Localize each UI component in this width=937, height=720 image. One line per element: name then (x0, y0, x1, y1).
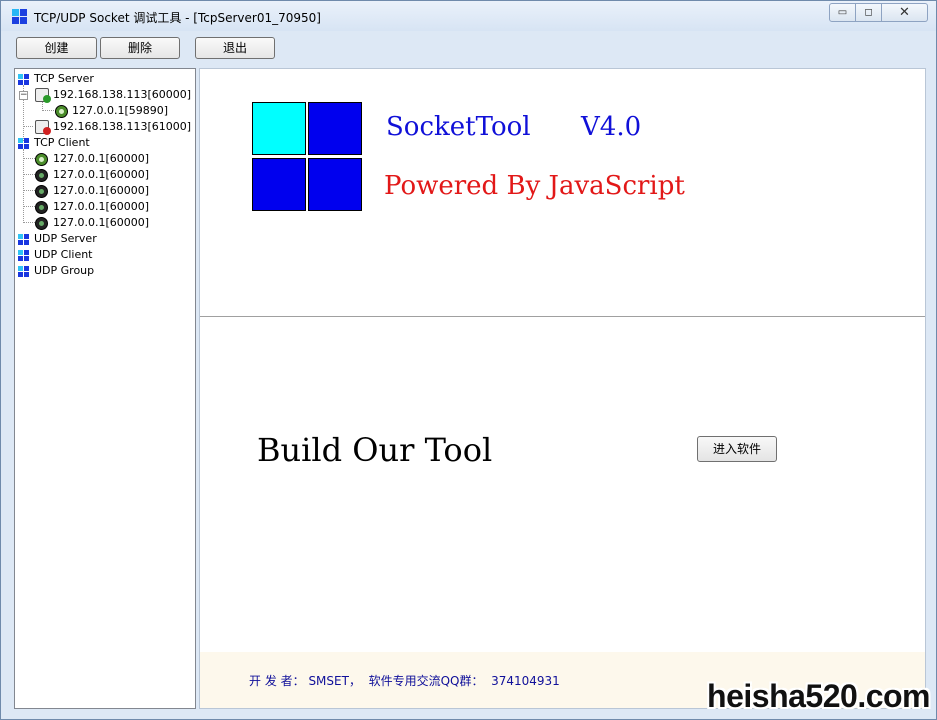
caption-buttons: ▭ ◻ ✕ (829, 3, 928, 23)
server-stopped-icon (35, 120, 51, 135)
close-icon: ✕ (899, 5, 910, 20)
tree-node-label: 127.0.0.1[60000] (53, 152, 150, 165)
app-window: TCP/UDP Socket 调试工具 - [TcpServer01_70950… (0, 0, 937, 720)
tree-node-label: 192.168.138.113[61000] (53, 120, 192, 133)
delete-button[interactable]: 删除 (100, 37, 180, 59)
enter-software-button[interactable]: 进入软件 (697, 436, 777, 462)
tree-node-client[interactable]: 127.0.0.1[60000] (15, 183, 195, 199)
grid-icon (18, 234, 29, 245)
connection-idle-icon (35, 169, 48, 182)
about-panel: SocketTool V4.0 Powered By JavaScript Bu… (199, 68, 926, 709)
product-name: SocketTool (386, 112, 531, 142)
tree-node-label: 192.168.138.113[60000] (53, 88, 192, 101)
slogan: Build Our Tool (257, 431, 493, 469)
logo-tile (308, 158, 362, 211)
tree-node-udp-server[interactable]: UDP Server (15, 231, 195, 247)
server-running-icon (35, 88, 51, 103)
tree-node-label: 127.0.0.1[60000] (53, 216, 150, 229)
tree-node-label: 127.0.0.1[60000] (53, 200, 150, 213)
developer-info: 开 发 者： SMSET， 软件专用交流QQ群： 374104931 (249, 674, 560, 688)
title-bar[interactable]: TCP/UDP Socket 调试工具 - [TcpServer01_70950… (1, 1, 936, 31)
maximize-button[interactable]: ◻ (856, 3, 882, 22)
grid-icon (18, 250, 29, 261)
tree-node-client[interactable]: 127.0.0.1[60000] (15, 215, 195, 231)
tree-node-client[interactable]: 127.0.0.1[60000] (15, 151, 195, 167)
maximize-icon: ◻ (864, 7, 873, 18)
connection-tree[interactable]: TCP Server − 192.168.138.113[60000] 127.… (14, 68, 196, 709)
minimize-button[interactable]: ▭ (829, 3, 856, 22)
tree-node-label: 127.0.0.1[60000] (53, 184, 150, 197)
app-icon (12, 9, 27, 24)
tree-node-label: UDP Client (34, 248, 93, 261)
tree-node-server2[interactable]: 192.168.138.113[61000] (15, 119, 195, 135)
connection-idle-icon (35, 217, 48, 230)
toolbar: 创建 删除 退出 (10, 34, 928, 64)
divider (200, 316, 925, 317)
logo-tile (308, 102, 362, 155)
product-version: V4.0 (581, 112, 642, 142)
create-button[interactable]: 创建 (16, 37, 97, 59)
watermark: heisha520.com (707, 678, 930, 714)
tree-node-label: UDP Server (34, 232, 97, 245)
tree-node-label: UDP Group (34, 264, 95, 277)
grid-icon (18, 74, 29, 85)
tree-node-label: 127.0.0.1[59890] (72, 104, 169, 117)
tree-node-label: TCP Client (34, 136, 90, 149)
tree-node-client[interactable]: 127.0.0.1[60000] (15, 199, 195, 215)
close-button[interactable]: ✕ (882, 3, 928, 22)
connection-active-icon (55, 105, 68, 118)
tree-node-udp-client[interactable]: UDP Client (15, 247, 195, 263)
grid-icon (18, 138, 29, 149)
exit-button[interactable]: 退出 (195, 37, 275, 59)
logo-tile (252, 102, 306, 155)
tree-node-server1-client[interactable]: 127.0.0.1[59890] (15, 103, 195, 119)
app-logo (252, 102, 363, 212)
tree-node-label: 127.0.0.1[60000] (53, 168, 150, 181)
tree-node-label: TCP Server (34, 72, 94, 85)
tree-node-udp-group[interactable]: UDP Group (15, 263, 195, 279)
tree-node-server1[interactable]: − 192.168.138.113[60000] (15, 87, 195, 103)
powered-by-text: Powered By JavaScript (384, 171, 685, 201)
logo-tile (252, 158, 306, 211)
collapse-icon[interactable]: − (19, 91, 28, 100)
grid-icon (18, 266, 29, 277)
window-title: TCP/UDP Socket 调试工具 - [TcpServer01_70950… (34, 11, 321, 25)
connection-idle-icon (35, 185, 48, 198)
tree-node-client[interactable]: 127.0.0.1[60000] (15, 167, 195, 183)
connection-idle-icon (35, 201, 48, 214)
minimize-icon: ▭ (837, 7, 848, 18)
connection-active-icon (35, 153, 48, 166)
tree-node-tcp-server[interactable]: TCP Server (15, 71, 195, 87)
tree-node-tcp-client[interactable]: TCP Client (15, 135, 195, 151)
